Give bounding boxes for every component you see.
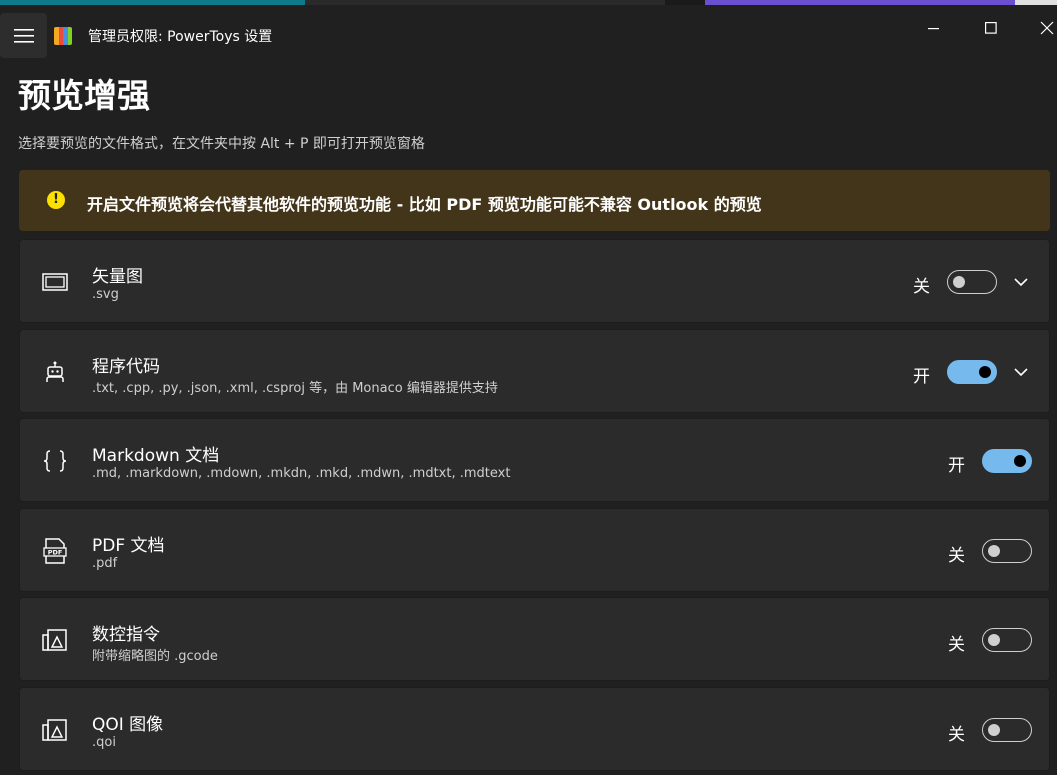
- toggle-knob: [979, 366, 991, 378]
- page-description-text: 选择要预览的文件格式，在文件夹中按 Alt + P 即可打开预览窗格: [18, 136, 425, 152]
- preview-item-markdown[interactable]: Markdown 文档 .md, .markdown, .mdown, .mkd…: [19, 418, 1050, 502]
- pdf-file-icon: PDF: [42, 538, 68, 564]
- maximize-button[interactable]: [968, 13, 1014, 43]
- image-frame-icon: [42, 270, 68, 294]
- item-title: PDF 文档: [92, 536, 165, 556]
- item-title: 程序代码: [92, 357, 160, 377]
- page-title: 预览增强: [18, 76, 150, 115]
- toggle-state-label: 开: [913, 367, 930, 387]
- toggle-knob: [953, 276, 965, 288]
- item-subtitle: .txt, .cpp, .py, .json, .xml, .csproj 等，…: [92, 381, 498, 396]
- qoi-preview-toggle[interactable]: [982, 718, 1032, 742]
- item-subtitle: .svg: [92, 287, 119, 302]
- warning-text: 开启文件预览将会代替其他软件的预览功能 - 比如 PDF 预览功能可能不兼容 O…: [87, 195, 762, 214]
- image-preview-icon: [42, 718, 68, 742]
- maximize-icon: [985, 22, 997, 34]
- hamburger-icon: [13, 28, 34, 43]
- chevron-down-icon: [1014, 367, 1028, 376]
- toggle-state-label: 开: [948, 456, 965, 476]
- svg-preview-toggle[interactable]: [947, 270, 997, 294]
- preview-item-gcode[interactable]: 数控指令 附带缩略图的 .gcode 关: [19, 597, 1050, 681]
- toggle-knob: [1014, 455, 1026, 467]
- preview-item-pdf[interactable]: PDF PDF 文档 .pdf 关: [19, 508, 1050, 592]
- preview-item-svg[interactable]: 矢量图 .svg 关: [19, 239, 1050, 323]
- toggle-state-label: 关: [913, 277, 930, 297]
- toggle-state-label: 关: [948, 635, 965, 655]
- powertoys-app-icon: [54, 27, 72, 45]
- page-description: 选择要预览的文件格式，在文件夹中按 Alt + P 即可打开预览窗格: [18, 136, 425, 156]
- title-bar: 管理员权限: PowerToys 设置: [0, 5, 1057, 60]
- window-title: 管理员权限: PowerToys 设置: [88, 29, 273, 45]
- robot-icon: [42, 360, 68, 384]
- toggle-knob: [988, 724, 1000, 736]
- nav-menu-button[interactable]: [0, 13, 47, 58]
- expand-button[interactable]: [1012, 273, 1030, 291]
- toggle-knob: [988, 545, 1000, 557]
- warning-icon: !: [47, 191, 65, 209]
- source-code-preview-toggle[interactable]: [947, 360, 997, 384]
- item-subtitle: .md, .markdown, .mdown, .mkdn, .mkd, .md…: [92, 466, 511, 481]
- minimize-button[interactable]: [911, 13, 957, 43]
- item-title: 数控指令: [92, 625, 160, 645]
- svg-text:PDF: PDF: [48, 549, 63, 557]
- expand-button[interactable]: [1012, 363, 1030, 381]
- markdown-preview-toggle[interactable]: [982, 449, 1032, 473]
- toggle-knob: [988, 634, 1000, 646]
- preview-item-qoi[interactable]: QOI 图像 .qoi 关: [19, 687, 1050, 771]
- toggle-state-label: 关: [948, 725, 965, 745]
- pdf-preview-toggle[interactable]: [982, 539, 1032, 563]
- gcode-preview-toggle[interactable]: [982, 628, 1032, 652]
- toggle-state-label: 关: [948, 546, 965, 566]
- chevron-down-icon: [1014, 277, 1028, 286]
- powertoys-settings-window: 管理员权限: PowerToys 设置 预览增强 选择要预览的文件格式，在文件夹…: [0, 5, 1057, 775]
- item-title: QOI 图像: [92, 715, 164, 735]
- braces-icon: [42, 449, 68, 473]
- item-subtitle: .pdf: [92, 556, 118, 571]
- preview-item-source-code[interactable]: 程序代码 .txt, .cpp, .py, .json, .xml, .cspr…: [19, 329, 1050, 413]
- minimize-icon: [928, 28, 939, 30]
- item-subtitle: .qoi: [92, 735, 116, 750]
- item-title: 矢量图: [92, 267, 143, 287]
- item-subtitle: 附带缩略图的 .gcode: [92, 649, 218, 664]
- image-preview-icon: [42, 628, 68, 652]
- close-icon: [1040, 21, 1054, 35]
- warning-infobar: ! 开启文件预览将会代替其他软件的预览功能 - 比如 PDF 预览功能可能不兼容…: [19, 170, 1050, 231]
- close-button[interactable]: [1024, 13, 1057, 43]
- item-title: Markdown 文档: [92, 446, 220, 466]
